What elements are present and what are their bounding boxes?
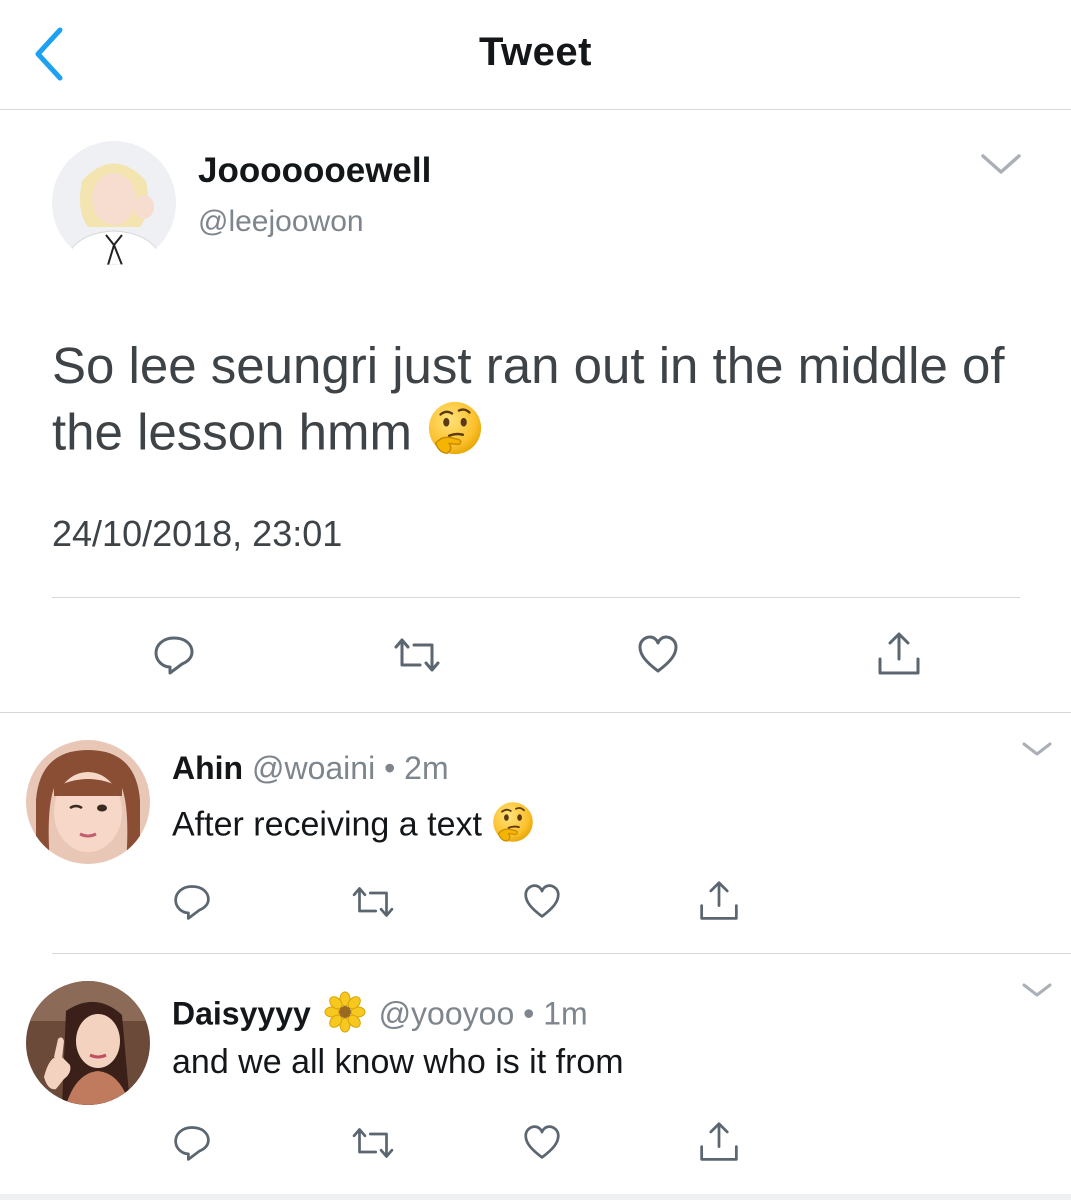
share-icon — [700, 881, 738, 920]
user-handle[interactable]: @leejoowon — [198, 205, 364, 239]
reply-timestamp: 1m — [543, 995, 588, 1032]
like-button[interactable] — [522, 1123, 562, 1161]
reply-button[interactable] — [172, 882, 212, 922]
tweet-timestamp: 24/10/2018, 23:01 — [52, 513, 343, 554]
reply-text: After receiving a text — [172, 800, 535, 853]
avatar[interactable] — [26, 740, 150, 864]
reply-body: After receiving a text — [172, 805, 482, 844]
retweet-icon — [352, 887, 394, 917]
reply-timestamp: 2m — [404, 750, 449, 786]
like-button[interactable] — [522, 882, 562, 920]
chevron-down-icon — [981, 154, 1021, 174]
avatar[interactable] — [26, 981, 150, 1105]
share-button[interactable] — [698, 1119, 740, 1165]
display-name[interactable]: Jooooooewell — [198, 151, 431, 191]
divider — [52, 953, 1071, 954]
retweet-button[interactable] — [350, 884, 396, 920]
page-title: Tweet — [479, 30, 592, 74]
nav-header: Tweet — [0, 0, 1071, 110]
user-handle[interactable]: @woaini — [252, 750, 375, 786]
main-tweet: Jooooooewell @leejoowon So lee seungri j… — [0, 111, 1071, 713]
thinking-face-icon — [491, 800, 535, 853]
reply-tweet[interactable]: Ahin @woaini • 2m After receiving a text — [0, 714, 1071, 954]
more-options-button[interactable] — [1020, 979, 1054, 1001]
display-name[interactable]: Ahin — [172, 750, 243, 786]
chevron-down-icon — [1022, 742, 1052, 756]
avatar[interactable] — [52, 141, 176, 265]
more-options-button[interactable] — [1020, 738, 1054, 760]
like-button[interactable] — [636, 633, 680, 675]
divider — [0, 1194, 1071, 1200]
reply-button[interactable] — [152, 633, 196, 677]
like-icon — [524, 884, 560, 918]
retweet-icon — [394, 638, 440, 672]
separator-dot: • — [523, 995, 535, 1032]
tweet-body: So lee seungri just ran out in the middl… — [52, 337, 1005, 461]
reply-header: Ahin @woaini • 2m — [172, 750, 449, 787]
like-icon — [638, 635, 678, 673]
user-handle[interactable]: @yooyoo — [379, 995, 515, 1031]
share-button[interactable] — [698, 878, 740, 924]
separator-dot: • — [384, 750, 396, 786]
reply-button[interactable] — [172, 1123, 212, 1163]
chevron-down-icon — [1022, 983, 1052, 997]
reply-text: and we all know who is it from — [172, 1043, 624, 1081]
share-icon — [878, 632, 920, 675]
retweet-button[interactable] — [392, 635, 442, 675]
like-icon — [524, 1125, 560, 1159]
retweet-icon — [352, 1128, 394, 1158]
reply-icon — [174, 885, 210, 920]
thinking-face-icon — [426, 399, 484, 473]
reply-header: Daisyyyy @yooyoo • 1m — [172, 991, 588, 1041]
display-name[interactable]: Daisyyyy — [172, 995, 311, 1031]
reply-icon — [174, 1126, 210, 1161]
divider — [52, 597, 1020, 598]
retweet-button[interactable] — [350, 1125, 396, 1161]
share-icon — [700, 1122, 738, 1161]
tweet-text: So lee seungri just ran out in the middl… — [52, 333, 1032, 473]
reply-icon — [154, 636, 194, 675]
share-button[interactable] — [876, 629, 922, 679]
reply-tweet[interactable]: Daisyyyy @yooyoo • 1m and we all know wh… — [0, 955, 1071, 1200]
more-options-button[interactable] — [978, 149, 1024, 179]
blossom-icon — [324, 991, 366, 1041]
